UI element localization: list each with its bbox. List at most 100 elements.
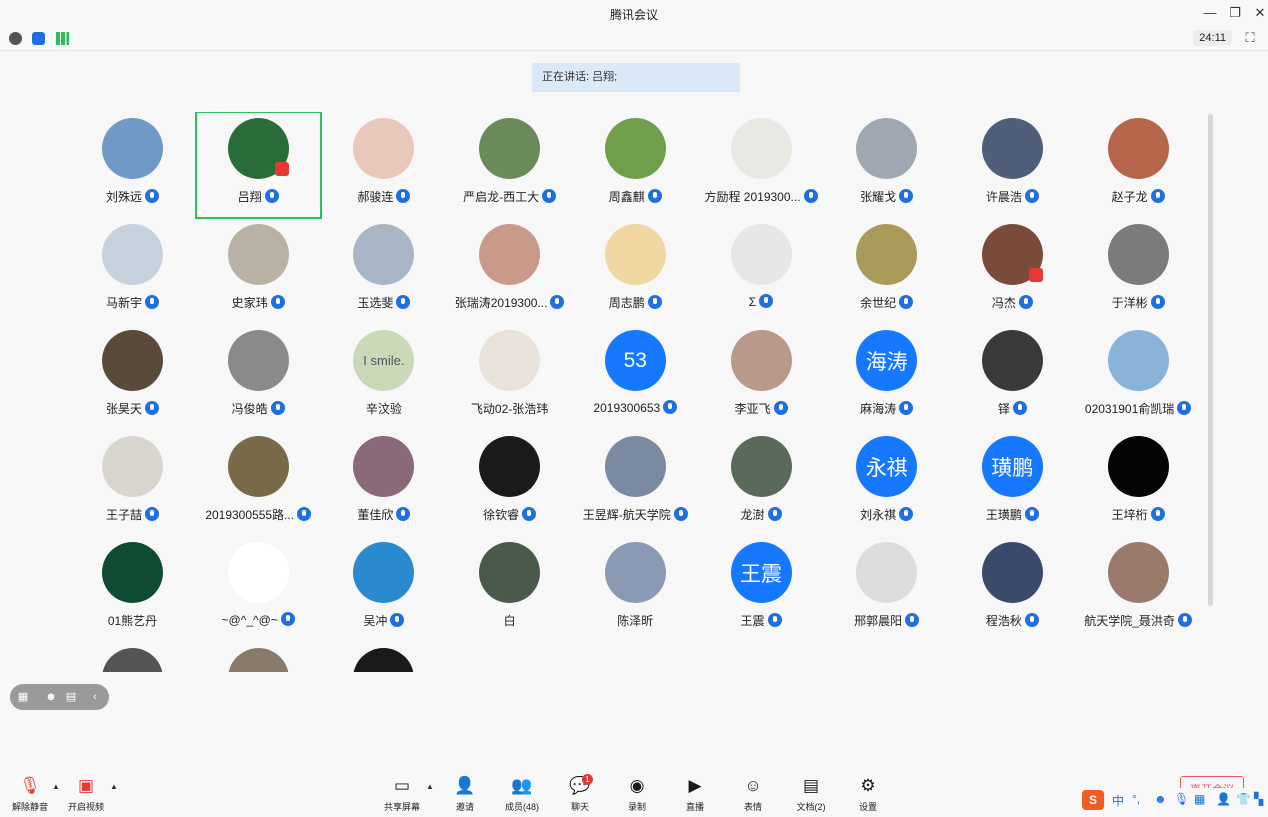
participant-tile[interactable]: 02031901俞凯瑞 (1076, 324, 1200, 430)
participant-tile[interactable]: 程浩秋 (950, 536, 1075, 642)
participant-name: 吕翔 (237, 190, 262, 204)
participant-tile[interactable]: 董佳欣 (321, 430, 446, 536)
fullscreen-icon[interactable]: ⛶ (1242, 30, 1258, 46)
participant-name: 麻海涛 (860, 402, 897, 416)
participant-name: 董佳欣 (357, 508, 394, 522)
participant-tile[interactable]: 徐钦睿 (447, 430, 572, 536)
minimize-icon[interactable]: — (1202, 5, 1218, 21)
participant-tile[interactable] (321, 642, 446, 672)
keyboard-icon[interactable]: ▦ (1194, 792, 1205, 806)
mic-icon (1024, 189, 1039, 203)
participant-name: 王震 (740, 614, 765, 628)
participant-name: 飞动02-张浩玮 (470, 402, 549, 416)
participant-tile[interactable]: 方励程 2019300... (699, 112, 824, 218)
live-button[interactable]: ▶ 直播 (665, 776, 725, 813)
ime-logo-icon[interactable]: S (1082, 790, 1104, 810)
participant-tile[interactable]: 赵子龙 (1076, 112, 1200, 218)
chat-button[interactable]: 💬 聊天 (550, 776, 610, 813)
layout-switcher[interactable]: ▦ ☻ ▤ ‹ (10, 684, 109, 710)
participant-tile[interactable]: 王垶桁 (1076, 430, 1200, 536)
info-icon[interactable] (9, 32, 22, 45)
share-screen-button[interactable]: ▭ 共享屏幕 (372, 776, 432, 813)
participant-tile[interactable]: Σ (699, 218, 824, 324)
participant-tile[interactable]: 邢郭晨阳 (824, 536, 949, 642)
participant-name-row: 王昱辉-航天学院 (573, 506, 698, 523)
participant-name-row: 余世纪 (824, 294, 949, 311)
participant-tile[interactable]: 永祺 刘永祺 (824, 430, 949, 536)
participant-tile[interactable]: 璜鹏 王璜鹏 (950, 430, 1075, 536)
mic-icon (767, 613, 782, 627)
start-video-button[interactable]: ▣ 开启视频 (56, 776, 116, 813)
participant-tile[interactable]: 严启龙-西工大 (447, 112, 572, 218)
mic-icon (1024, 613, 1039, 627)
avatar: 53 (604, 330, 666, 391)
invite-button[interactable]: 👤 邀请 (435, 776, 495, 813)
participant-tile[interactable]: 王昱辉-航天学院 (573, 430, 698, 536)
participant-tile[interactable]: 铎 (950, 324, 1075, 430)
grid-scrollbar[interactable] (1208, 114, 1213, 606)
participant-tile[interactable]: 张昊天 (70, 324, 195, 430)
reaction-button[interactable]: ☺ 表情 (723, 776, 783, 813)
documents-button[interactable]: ▤ 文档(2) (781, 776, 841, 813)
participant-tile[interactable] (196, 642, 321, 672)
record-button[interactable]: ◉ 录制 (607, 776, 667, 813)
participant-name: 王璜鹏 (985, 508, 1022, 522)
participant-tile[interactable]: I smile. 辛汶验 (321, 324, 446, 430)
participant-tile[interactable]: 2019300555路... (196, 430, 321, 536)
participant-tile[interactable]: 张瑞涛2019300... (447, 218, 572, 324)
collapse-icon[interactable]: ‹ (88, 690, 102, 704)
mic-icon (396, 507, 411, 521)
close-icon[interactable]: ✕ (1252, 5, 1268, 21)
participant-tile[interactable]: 王震 王震 (699, 536, 824, 642)
ime-language-indicator[interactable]: 中 (1112, 792, 1124, 809)
shield-icon[interactable] (32, 32, 45, 45)
ime-voice-icon[interactable]: 🎙 (1174, 792, 1189, 806)
toolbox-icon[interactable]: ▚ (1254, 792, 1263, 806)
participant-name-row: 周鑫麒 (573, 188, 698, 205)
participant-tile[interactable]: 龙澍 (699, 430, 824, 536)
participant-tile[interactable]: 玉选斐 (321, 218, 446, 324)
participant-tile[interactable]: 白 (447, 536, 572, 642)
participant-tile[interactable]: 郝骏连 (321, 112, 446, 218)
participant-tile[interactable]: 53 2019300653 (573, 324, 698, 430)
emoji-icon[interactable]: ☻ (44, 690, 58, 704)
participant-tile[interactable]: 刘殊远 (70, 112, 195, 218)
user-icon[interactable]: 👤 (1216, 792, 1231, 806)
participant-tile[interactable]: 周志鹏 (573, 218, 698, 324)
participant-tile[interactable]: 陈泽昕 (573, 536, 698, 642)
video-options-caret[interactable]: ▲ (110, 782, 120, 791)
participant-tile[interactable]: 马新宇 (70, 218, 195, 324)
participant-name-row: 陈泽昕 (573, 612, 698, 629)
ime-emoji-icon[interactable]: ☻ (1154, 792, 1167, 806)
participant-tile[interactable]: 飞动02-张浩玮 (447, 324, 572, 430)
restore-icon[interactable]: ❐ (1227, 5, 1243, 21)
participant-name: 铎 (997, 402, 1010, 416)
grid-view-icon[interactable]: ▦ (16, 690, 30, 704)
participant-tile[interactable]: 李亚飞 (699, 324, 824, 430)
participant-name: 马新宇 (105, 296, 142, 310)
participant-tile[interactable]: 史家玮 (196, 218, 321, 324)
participant-tile[interactable]: 航天学院_聂洪奇 (1076, 536, 1200, 642)
participant-tile[interactable]: 海涛 麻海涛 (824, 324, 949, 430)
chat-bubble-icon[interactable]: ▤ (64, 690, 78, 704)
unmute-button[interactable]: 🎙 解除静音 (0, 776, 60, 813)
participant-tile[interactable]: 吕翔 (194, 112, 322, 219)
punctuation-icon[interactable]: °, (1132, 792, 1140, 806)
participant-tile[interactable]: 01熊艺丹 (70, 536, 195, 642)
mic-icon (550, 295, 565, 309)
participant-tile[interactable]: 吴冲 (321, 536, 446, 642)
participant-tile[interactable]: 周鑫麒 (573, 112, 698, 218)
participant-tile[interactable]: 冯俊皓 (196, 324, 321, 430)
participant-tile[interactable]: 王子喆 (70, 430, 195, 536)
members-button[interactable]: 👥 成员(48) (492, 776, 552, 813)
participant-tile[interactable]: ~@^_^@~ (196, 536, 321, 642)
signal-icon[interactable] (56, 32, 69, 45)
skin-icon[interactable]: 👕 (1236, 792, 1251, 806)
participant-tile[interactable]: 于洋彬 (1076, 218, 1200, 324)
participant-tile[interactable]: 张耀戈 (824, 112, 949, 218)
participant-tile[interactable]: 余世纪 (824, 218, 949, 324)
settings-button[interactable]: ⚙ 设置 (838, 776, 898, 813)
participant-tile[interactable]: 冯杰 (950, 218, 1075, 324)
participant-tile[interactable] (70, 642, 195, 672)
participant-tile[interactable]: 许晨浩 (950, 112, 1075, 218)
